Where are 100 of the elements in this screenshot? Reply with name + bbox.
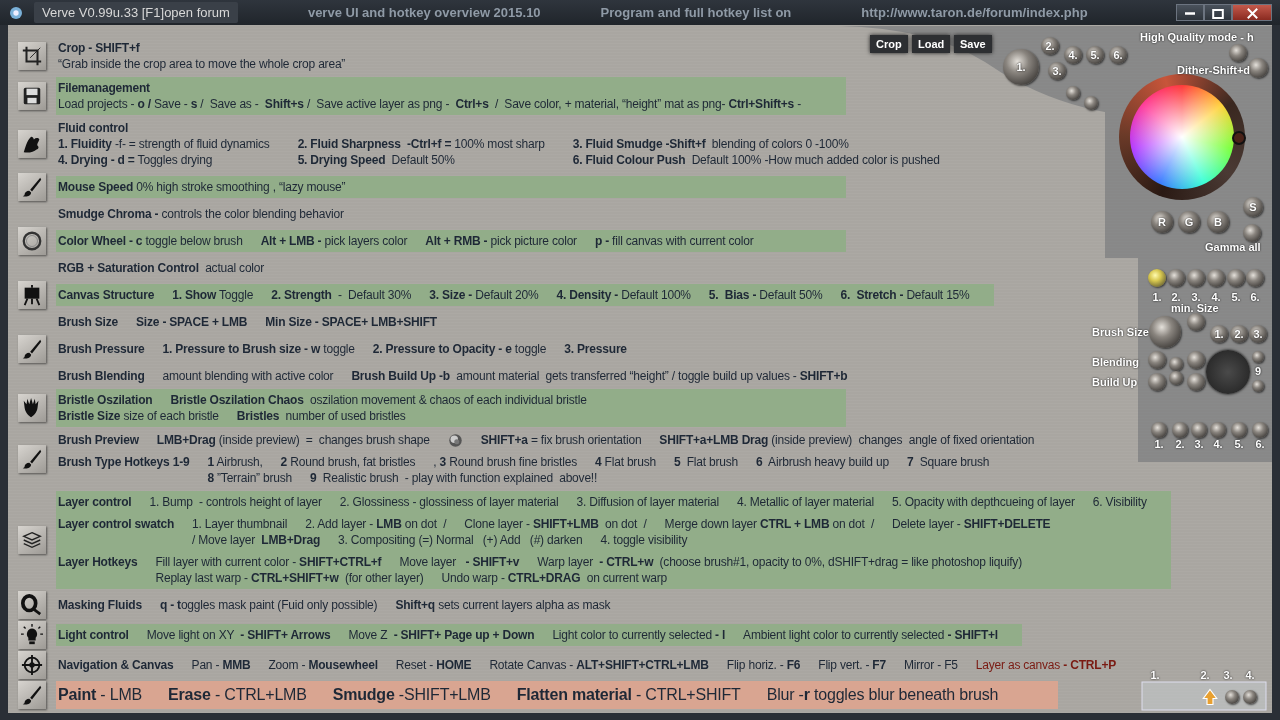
hotkey-text: Rotate Canvas - ALT+SHIFT+CTRL+LMB bbox=[489, 657, 709, 673]
hotkey-text: 1. Fluidity -f- = strength of fluid dynamics bbox=[58, 136, 270, 152]
hotkey-text: Smudge -SHIFT+LMB bbox=[332, 685, 491, 705]
arrow-up-icon bbox=[1201, 686, 1219, 708]
min-size-label: min. Size bbox=[1171, 302, 1219, 315]
hotkey-text: 3. Pressure bbox=[564, 341, 627, 357]
hotkey-text: 2. Pressure to Opacity - e toggle bbox=[372, 341, 547, 357]
knob-label: 2. bbox=[1171, 291, 1181, 304]
hotkey-text: Flatten material - CTRL+SHIFT bbox=[516, 685, 741, 705]
hotkey-text: q - toggles mask paint (Fuid only possible) bbox=[159, 597, 378, 613]
knob-label: 5. bbox=[1231, 291, 1241, 304]
hotkey-text: 1. Pressure to Brush size - w toggle bbox=[162, 341, 355, 357]
hotkey-text: Merge down layer CTRL + LMB on dot / bbox=[664, 516, 875, 532]
tool-button[interactable] bbox=[18, 173, 46, 201]
hotkey-text: 3. Compositing (=) Normal (+) Add (#) darken bbox=[338, 532, 583, 548]
minimize-button[interactable] bbox=[1176, 4, 1204, 21]
hotkey-text: 3. Diffusion of layer material bbox=[576, 494, 719, 510]
hotkey-text: Color Wheel - c toggle below brush bbox=[58, 233, 243, 249]
file-button[interactable]: Save bbox=[954, 35, 992, 53]
hotkey-text: Alt + RMB - pick picture color bbox=[425, 233, 577, 249]
hotkey-text: 1. Layer thumbnail bbox=[192, 516, 288, 532]
tool-button[interactable] bbox=[18, 281, 46, 309]
knob-label: 2. bbox=[1200, 669, 1210, 682]
hotkey-text: Clone layer - SHIFT+LMB on dot / bbox=[464, 516, 647, 532]
light-bulb-icon bbox=[21, 624, 43, 646]
hotkey-text: 4 Flat brush bbox=[594, 454, 656, 470]
easel-icon bbox=[21, 284, 43, 306]
brush-icon bbox=[21, 448, 43, 470]
hotkey-text: 6 Airbrush heavy build up bbox=[756, 454, 889, 470]
hotkey-text: Reset - HOME bbox=[395, 657, 472, 673]
knob-label: 3. bbox=[1223, 669, 1233, 682]
hotkey-text: Erase - CTRL+LMB bbox=[168, 685, 307, 705]
alert-hotkey-text: Layer as canvas - CTRL+P bbox=[975, 657, 1116, 673]
quality-mode-label: High Quality mode - h bbox=[1140, 31, 1254, 44]
knob-label: 1. bbox=[1150, 669, 1160, 682]
knob-label: 4. bbox=[1211, 291, 1221, 304]
hotkey-text: LMB+Drag (inside preview) = changes brush shape bbox=[156, 432, 430, 448]
hotkey-text: 5. Opacity with depthcueing of layer bbox=[891, 494, 1075, 510]
tool-button[interactable] bbox=[18, 82, 46, 110]
tool-button[interactable] bbox=[18, 591, 46, 619]
close-button[interactable] bbox=[1232, 4, 1272, 21]
maximize-button[interactable] bbox=[1204, 4, 1232, 21]
hotkey-text: SHIFT+a = fix brush orientation bbox=[480, 432, 642, 448]
hotkey-text: Size - SPACE + LMB bbox=[136, 314, 248, 330]
hotkey-text: Layer control bbox=[58, 494, 132, 510]
tool-button[interactable] bbox=[18, 651, 46, 679]
hotkey-text: 5. Drying Speed Default 50% bbox=[297, 152, 456, 168]
hotkey-text: Brush Blending bbox=[58, 368, 145, 384]
tool-button[interactable] bbox=[18, 335, 46, 363]
knob-label: 2. bbox=[1175, 438, 1185, 451]
min-size-knob[interactable] bbox=[1187, 313, 1205, 331]
header-caption: Program and full hotkey list on bbox=[600, 3, 792, 22]
color-wheel-icon bbox=[21, 230, 43, 252]
hotkey-text: Move Z - SHIFT+ Page up + Down bbox=[348, 627, 535, 643]
hotkey-text: 1. Show Toggle bbox=[172, 287, 254, 303]
knob-label: 4. bbox=[1245, 669, 1255, 682]
hotkey-text: 5 Flat brush bbox=[673, 454, 739, 470]
brush-preview-icon bbox=[447, 432, 463, 448]
hotkey-text: Layer control swatch bbox=[58, 516, 175, 533]
hotkey-text: Bristle Size size of each bristle bbox=[58, 408, 219, 424]
hotkey-text: Flip vert. - F7 bbox=[818, 657, 886, 673]
hotkey-text: 3. Size - Default 20% bbox=[429, 287, 539, 303]
hotkey-text: Ambient light color to currently selected - SHIFT+l bbox=[743, 627, 998, 643]
tool-button[interactable] bbox=[18, 227, 46, 255]
color-marker[interactable] bbox=[1232, 131, 1246, 145]
knob-label: 6. bbox=[1250, 291, 1260, 304]
hotkey-text: Light color to currently selected - l bbox=[552, 627, 726, 643]
hotkey-text: 1 Airbrush, bbox=[207, 454, 263, 470]
knob-label: 3. bbox=[1191, 291, 1201, 304]
crosshair-compass-icon bbox=[21, 654, 43, 676]
file-button[interactable]: Crop bbox=[870, 35, 908, 53]
build-up-label: Build Up bbox=[1092, 376, 1138, 389]
tool-button[interactable] bbox=[18, 681, 46, 709]
brush-icon bbox=[21, 176, 43, 198]
hotkey-text: 4. Density - Default 100% bbox=[556, 287, 691, 303]
hotkey-text: 4. Metallic of layer material bbox=[737, 494, 874, 510]
knob-label: 1. bbox=[1154, 438, 1164, 451]
tool-button[interactable] bbox=[18, 394, 46, 422]
section-heading: Crop - SHIFT+f bbox=[58, 40, 141, 56]
hotkey-text: Mirror - F5 bbox=[903, 657, 958, 673]
tool-button[interactable] bbox=[18, 526, 46, 554]
tool-button[interactable] bbox=[18, 42, 46, 70]
hotkey-text: 2. Strength - Default 30% bbox=[271, 287, 412, 303]
hotkey-text: 7 Square brush bbox=[906, 454, 990, 470]
file-button[interactable]: Load bbox=[912, 35, 951, 53]
hotkey-text: 1. Bump - controls height of layer bbox=[149, 494, 322, 510]
hotkey-text: 2. Add layer - LMB on dot / bbox=[305, 516, 447, 532]
hotkey-text: Flip horiz. - F6 bbox=[726, 657, 801, 673]
tool-button[interactable] bbox=[18, 621, 46, 649]
hotkey-text: Mouse Speed 0% high stroke smoothing , “lazy mouse” bbox=[58, 179, 346, 195]
hotkey-text: Undo warp - CTRL+DRAG on current warp bbox=[441, 570, 668, 586]
hotkey-text: Alt + LMB - pick layers color bbox=[260, 233, 408, 249]
section-heading: Fluid control bbox=[58, 120, 130, 136]
hotkey-text: Brush Preview bbox=[58, 432, 139, 448]
hotkey-text: Move light on XY - SHIFT+ Arrows bbox=[146, 627, 331, 643]
tool-button[interactable] bbox=[18, 445, 46, 473]
tool-button[interactable] bbox=[18, 130, 46, 158]
knob-label: 6. bbox=[1255, 438, 1265, 451]
knob-label: 1. bbox=[1152, 291, 1162, 304]
hotkey-text: Min Size - SPACE+ LMB+SHIFT bbox=[265, 314, 437, 330]
